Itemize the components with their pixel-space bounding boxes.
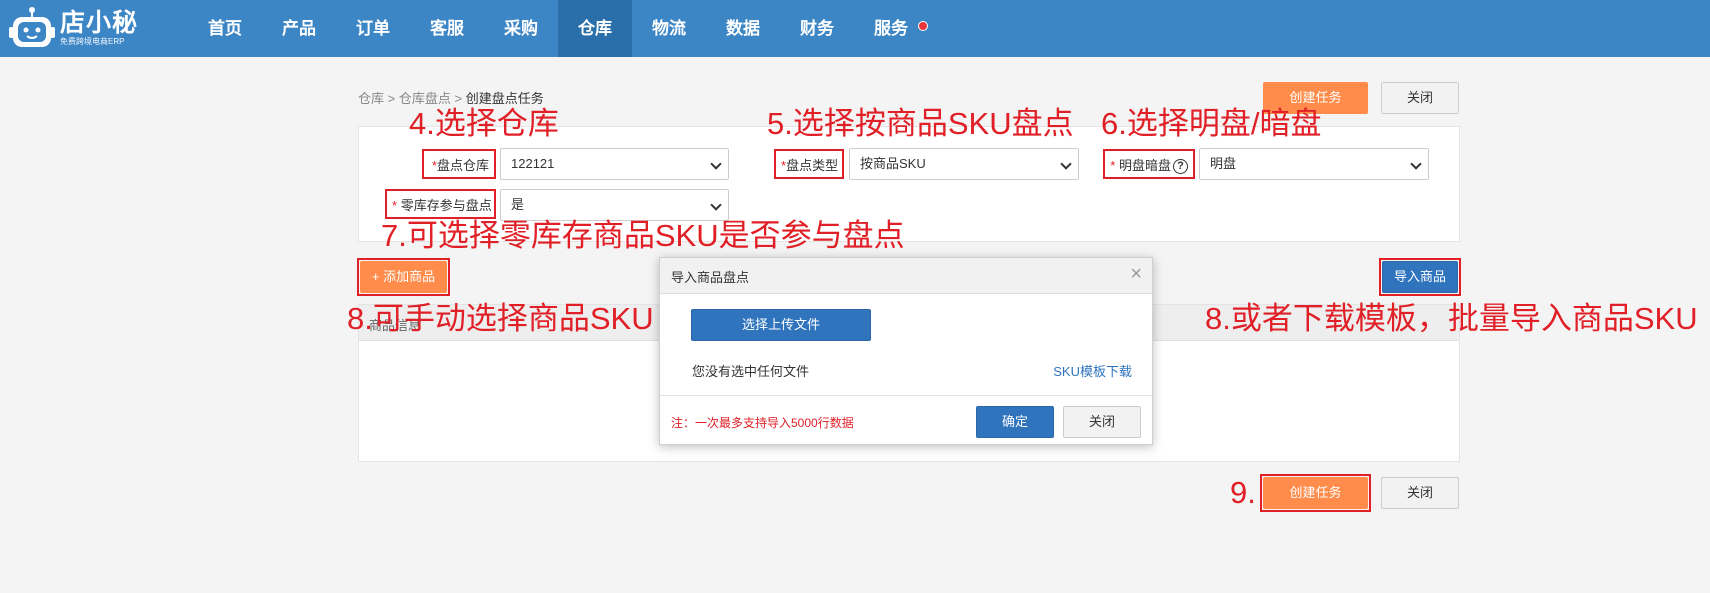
close-button-top[interactable]: 关闭 [1381, 82, 1459, 114]
type-label-text: 盘点类型 [786, 158, 839, 173]
type-select-value: 按商品SKU [860, 156, 926, 171]
annotation-box-add-product [357, 258, 450, 296]
upload-file-button[interactable]: 选择上传文件 [691, 309, 871, 341]
import-limit-note: 注：一次最多支持导入5000行数据 [671, 416, 854, 430]
help-icon[interactable]: ? [1173, 159, 1188, 175]
breadcrumb-stocktake[interactable]: 仓库盘点 [399, 91, 451, 106]
zero-stock-label-text: 零库存参与盘点 [400, 198, 492, 213]
annotation-step-6: 6.选择明盘/暗盘 [1101, 106, 1322, 141]
modal-header: 导入商品盘点 × [660, 258, 1152, 294]
mode-label: * 明盘暗盘? [1103, 149, 1195, 179]
nav-item-services-label: 服务 [874, 19, 908, 38]
modal-confirm-button[interactable]: 确定 [976, 406, 1054, 438]
annotation-step-9: 9. [1230, 475, 1256, 510]
annotation-box-create-task [1260, 474, 1371, 512]
annotation-box-import-product [1379, 258, 1461, 296]
nav-item-service[interactable]: 客服 [410, 0, 484, 57]
required-mark: * [392, 198, 398, 213]
modal-close-button[interactable]: 关闭 [1063, 406, 1141, 438]
breadcrumb-separator: > [387, 91, 396, 106]
nav-item-services[interactable]: 服务 [854, 0, 928, 57]
chevron-down-icon [710, 199, 722, 211]
main-nav: 首页 产品 订单 客服 采购 仓库 物流 数据 财务 服务 [188, 0, 928, 57]
required-mark: * [1110, 158, 1116, 173]
notification-dot-icon [918, 21, 928, 31]
nav-item-logistics[interactable]: 物流 [632, 0, 706, 57]
robot-logo-icon [8, 6, 56, 50]
breadcrumb-current: 创建盘点任务 [465, 91, 544, 106]
nav-item-warehouse[interactable]: 仓库 [558, 0, 632, 57]
logo-subtitle: 免费跨境电商ERP [60, 36, 125, 46]
chevron-down-icon [1410, 158, 1422, 170]
top-nav-bar: 店小秘 免费跨境电商ERP 首页 产品 订单 客服 采购 仓库 物流 数据 财务… [0, 0, 1710, 57]
breadcrumb-warehouse[interactable]: 仓库 [358, 91, 384, 106]
no-file-text: 您没有选中任何文件 [692, 364, 810, 379]
nav-item-purchase[interactable]: 采购 [484, 0, 558, 57]
annotation-step-7: 7.可选择零库存商品SKU是否参与盘点 [381, 218, 905, 253]
nav-item-products[interactable]: 产品 [262, 0, 336, 57]
warehouse-label: *盘点仓库 [422, 149, 496, 179]
warehouse-label-text: 盘点仓库 [436, 158, 489, 173]
nav-item-finance[interactable]: 财务 [780, 0, 854, 57]
breadcrumb: 仓库 > 仓库盘点 > 创建盘点任务 [358, 88, 544, 107]
close-icon[interactable]: × [1130, 263, 1142, 285]
annotation-step-5: 5.选择按商品SKU盘点 [767, 106, 1074, 141]
nav-item-home[interactable]: 首页 [188, 0, 262, 57]
sku-template-download-link[interactable]: SKU模板下载 [1053, 361, 1132, 380]
nav-item-orders[interactable]: 订单 [336, 0, 410, 57]
annotation-step-8-import: 8.或者下载模板，批量导入商品SKU [1205, 301, 1698, 336]
mode-select-value: 明盘 [1210, 156, 1237, 171]
type-select[interactable]: 按商品SKU [849, 148, 1079, 180]
import-modal: 导入商品盘点 × 选择上传文件 您没有选中任何文件 SKU模板下载 注：一次最多… [659, 257, 1153, 445]
close-button-bottom[interactable]: 关闭 [1381, 477, 1459, 509]
mode-label-text: 明盘暗盘 [1118, 158, 1171, 173]
nav-item-data[interactable]: 数据 [706, 0, 780, 57]
type-label: *盘点类型 [774, 149, 844, 179]
mode-select[interactable]: 明盘 [1199, 148, 1429, 180]
modal-divider [660, 395, 1152, 396]
breadcrumb-separator: > [454, 91, 463, 106]
chevron-down-icon [710, 158, 722, 170]
zero-stock-select[interactable]: 是 [500, 189, 729, 221]
warehouse-select[interactable]: 122121 [500, 148, 729, 180]
zero-stock-label: * 零库存参与盘点 [385, 189, 496, 219]
logo-title: 店小秘 [60, 8, 139, 37]
zero-stock-select-value: 是 [511, 197, 525, 212]
app-logo[interactable]: 店小秘 免费跨境电商ERP [8, 6, 138, 50]
chevron-down-icon [1060, 158, 1072, 170]
warehouse-select-value: 122121 [511, 156, 555, 171]
annotation-step-4: 4.选择仓库 [409, 106, 559, 141]
modal-title: 导入商品盘点 [671, 270, 750, 285]
annotation-step-8-manual: 8.可手动选择商品SKU [347, 301, 654, 336]
